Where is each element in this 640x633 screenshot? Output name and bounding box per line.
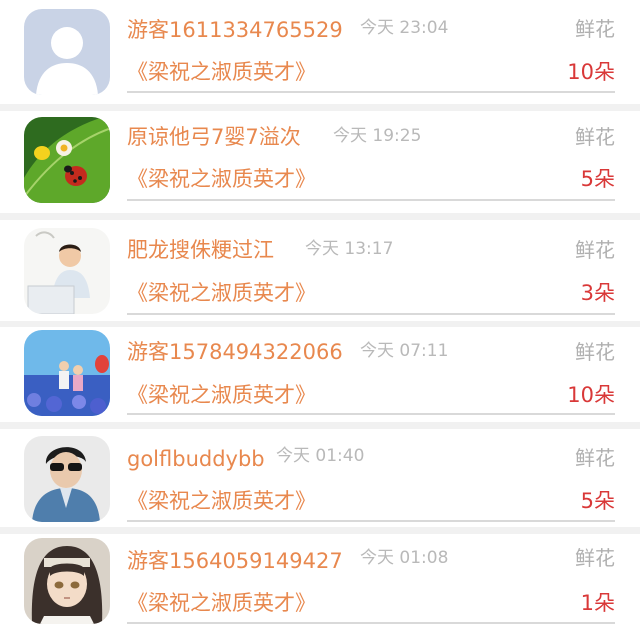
username[interactable]: 肥龙搜侏粳过江 [127,240,274,261]
gift-count: 3朵 [580,281,615,305]
book-title-link[interactable]: 《梁祝之淑质英才》 [127,169,316,190]
timestamp: 今天 07:11 [360,341,449,361]
username[interactable]: 游客1564059149427 [127,551,343,572]
gift-record-row[interactable]: 游客1611334765529 今天 23:04 鲜花 《梁祝之淑质英才》 10… [0,0,640,104]
gift-record-row[interactable]: 肥龙搜侏粳过江 今天 13:17 鲜花 《梁祝之淑质英才》 3朵 [0,220,640,321]
row-divider [127,520,615,522]
gift-record-list: 游客1611334765529 今天 23:04 鲜花 《梁祝之淑质英才》 10… [0,0,640,633]
timestamp: 今天 19:25 [333,126,422,146]
man-sunglasses-avatar-icon[interactable] [24,436,110,522]
username[interactable]: golflbuddybb [127,449,265,470]
gift-type-label: 鲜花 [575,546,615,570]
gift-count: 5朵 [580,489,615,513]
username[interactable]: 原谅他弓7婴7溢次 [127,127,301,148]
gift-type-label: 鲜花 [575,340,615,364]
row-divider [127,413,615,415]
timestamp: 今天 01:40 [276,446,365,466]
username[interactable]: 游客1611334765529 [127,20,343,41]
timestamp: 今天 23:04 [360,18,449,38]
row-divider [127,91,615,93]
timestamp: 今天 13:17 [305,239,394,259]
row-divider [127,622,615,624]
timestamp: 今天 01:08 [360,548,449,568]
book-title-link[interactable]: 《梁祝之淑质英才》 [127,593,316,614]
man-at-laptop-avatar-icon[interactable] [24,228,110,314]
row-divider [127,199,615,201]
gift-type-label: 鲜花 [575,238,615,262]
gift-record-row[interactable]: 游客1578494322066 今天 07:11 鲜花 《梁祝之淑质英才》 10… [0,327,640,422]
row-divider [127,313,615,315]
default-user-avatar-icon[interactable] [24,9,110,95]
gift-record-row[interactable]: 游客1564059149427 今天 01:08 鲜花 《梁祝之淑质英才》 1朵 [0,534,640,633]
gift-count: 1朵 [580,591,615,615]
username[interactable]: 游客1578494322066 [127,342,343,363]
gift-type-label: 鲜花 [575,17,615,41]
book-title-link[interactable]: 《梁祝之淑质英才》 [127,62,316,83]
gift-count: 10朵 [567,60,615,84]
couple-flowers-avatar-icon[interactable] [24,330,110,416]
gift-record-row[interactable]: golflbuddybb 今天 01:40 鲜花 《梁祝之淑质英才》 5朵 [0,429,640,527]
gift-record-row[interactable]: 原谅他弓7婴7溢次 今天 19:25 鲜花 《梁祝之淑质英才》 5朵 [0,111,640,213]
book-title-link[interactable]: 《梁祝之淑质英才》 [127,283,316,304]
gift-type-label: 鲜花 [575,125,615,149]
gift-count: 10朵 [567,383,615,407]
ladybug-leaf-avatar-icon[interactable] [24,117,110,203]
book-title-link[interactable]: 《梁祝之淑质英才》 [127,491,316,512]
gift-type-label: 鲜花 [575,446,615,470]
gift-count: 5朵 [580,167,615,191]
anime-character-avatar-icon[interactable] [24,538,110,624]
book-title-link[interactable]: 《梁祝之淑质英才》 [127,385,316,406]
